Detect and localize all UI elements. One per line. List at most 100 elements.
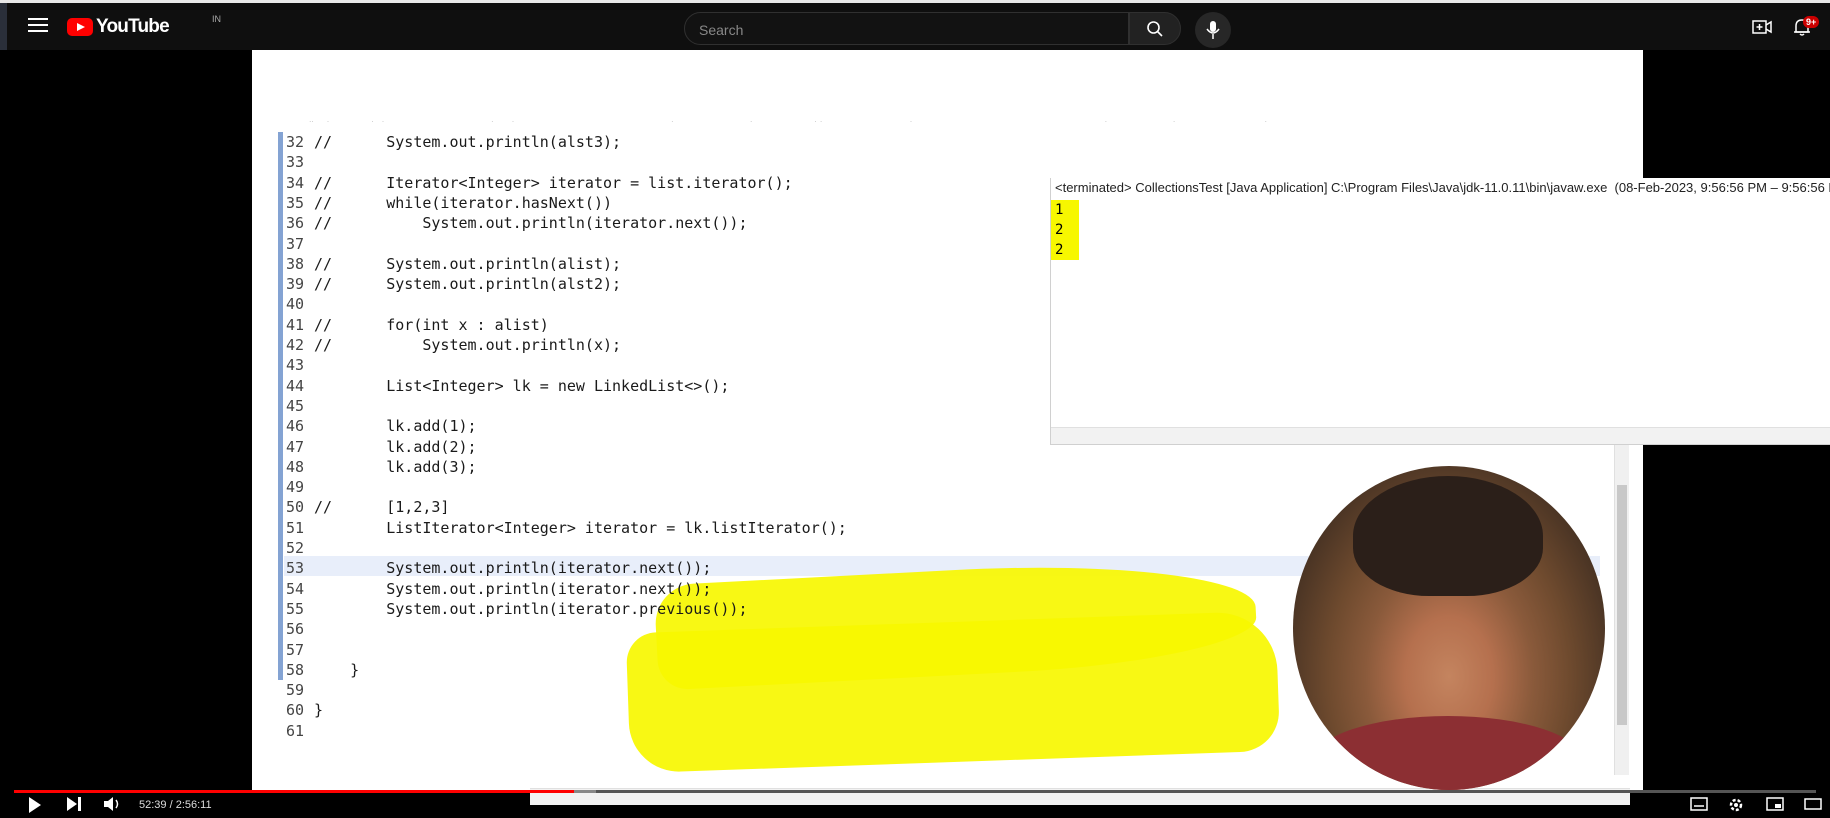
code-line: 61 (286, 721, 314, 741)
search-box[interactable] (684, 12, 1129, 45)
menu-icon[interactable] (26, 14, 50, 38)
line-number: 44 (286, 376, 305, 395)
search-icon (1147, 21, 1163, 37)
webcam-person-shirt (1313, 716, 1583, 790)
gear-icon (1729, 798, 1743, 812)
line-code[interactable]: // System.out.println(alist); (314, 255, 621, 273)
scrollbar-thumb[interactable] (1617, 485, 1627, 725)
code-line: 49 (286, 477, 314, 497)
play-icon (29, 797, 41, 813)
line-number: 42 (286, 336, 305, 354)
country-code: IN (212, 14, 221, 24)
code-line: 55 System.out.println(iterator.previous(… (286, 599, 747, 619)
line-code[interactable]: } (314, 661, 359, 679)
console-horizontal-scrollbar[interactable] (1051, 427, 1830, 444)
line-code[interactable]: lk.add(2); (314, 438, 476, 456)
volume-button[interactable] (104, 797, 122, 816)
line-number: 37 (286, 234, 305, 253)
search-button[interactable] (1129, 12, 1181, 45)
volume-icon (104, 797, 119, 811)
theater-mode-button[interactable] (1804, 797, 1822, 815)
player-controls: 52:39 / 2:56:11 (0, 795, 1830, 813)
line-code[interactable]: // for(int x : alist) (314, 316, 549, 334)
line-number: 38 (286, 254, 305, 273)
line-code[interactable]: System.out.println(iterator.next()); (314, 559, 711, 577)
subtitles-button[interactable] (1690, 797, 1708, 816)
code-line: 39 // System.out.println(alst2); (286, 274, 621, 294)
line-code[interactable]: lk.add(3); (314, 458, 476, 476)
code-line: 47 lk.add(2); (286, 437, 477, 457)
code-line: 53 System.out.println(iterator.next()); (286, 558, 711, 578)
code-line: 58 } (286, 660, 359, 680)
mic-button[interactable] (1195, 12, 1231, 48)
line-number: 32 (286, 133, 305, 151)
code-line: 48 lk.add(3); (286, 457, 477, 477)
line-number: 34 (286, 173, 305, 192)
yellow-highlight-scribble (625, 610, 1281, 774)
line-code[interactable]: // System.out.println(alst3); (314, 133, 621, 151)
code-line: 36 // System.out.println(iterator.next())… (286, 213, 747, 233)
code-line: 41 // for(int x : alist) (286, 315, 549, 335)
next-button[interactable] (66, 797, 82, 816)
line-code[interactable]: } (314, 701, 323, 719)
mic-icon (1206, 21, 1220, 39)
line-number: 45 (286, 396, 305, 415)
search-input[interactable] (697, 21, 1101, 39)
line-code[interactable]: System.out.println(iterator.next()); (314, 580, 711, 598)
webcam-overlay (1293, 466, 1605, 790)
frame-top-strip (252, 50, 1643, 122)
line-code[interactable]: ListIterator<Integer> iterator = lk.list… (314, 519, 847, 537)
line-number: 58 (286, 660, 305, 679)
editor-vertical-scrollbar[interactable] (1614, 445, 1629, 775)
code-line: 33 (286, 152, 314, 172)
line-number: 33 (286, 153, 305, 172)
line-number: 36 (286, 214, 305, 233)
console-panel: <terminated> CollectionsTest [Java Appli… (1050, 178, 1830, 445)
line-code[interactable]: // [1,2,3] (314, 498, 449, 516)
code-line: 43 (286, 355, 314, 375)
next-icon (67, 797, 81, 811)
line-number: 57 (286, 640, 305, 659)
code-line: 56 (286, 619, 314, 639)
code-line: 44 List<Integer> lk = new LinkedList<>()… (286, 376, 729, 396)
code-line: 45 (286, 396, 314, 416)
line-number: 46 (286, 417, 305, 436)
line-code[interactable]: List<Integer> lk = new LinkedList<>(); (314, 377, 729, 395)
code-line: 51 ListIterator<Integer> iterator = lk.l… (286, 518, 847, 538)
console-output-line: 2 (1051, 220, 1079, 240)
line-number: 61 (286, 721, 305, 740)
line-code[interactable]: // System.out.println(iterator.next()); (314, 214, 747, 232)
line-number: 55 (286, 599, 305, 618)
code-line: 60} (286, 700, 323, 720)
theater-icon (1804, 798, 1822, 810)
line-code[interactable]: // System.out.println(alst2); (314, 275, 621, 293)
line-number: 50 (286, 498, 305, 517)
line-code[interactable]: // while(iterator.hasNext()) (314, 194, 612, 212)
logo-text: YouTube (96, 16, 170, 37)
notification-badge: 9+ (1803, 16, 1820, 28)
time-display: 52:39 / 2:56:11 (139, 799, 212, 811)
line-number: 54 (286, 579, 305, 598)
youtube-logo[interactable]: YouTube IN (67, 14, 221, 37)
line-number: 35 (286, 193, 305, 212)
code-line: 46 lk.add(1); (286, 416, 477, 436)
console-output-line: 2 (1051, 240, 1079, 260)
line-code[interactable]: lk.add(1); (314, 417, 476, 435)
settings-button[interactable] (1728, 797, 1744, 818)
youtube-play-icon (67, 18, 93, 36)
line-code[interactable]: // Iterator<Integer> iterator = list.ite… (314, 174, 793, 192)
code-line: 34 // Iterator<Integer> iterator = list.i… (286, 173, 793, 193)
line-number: 51 (286, 518, 305, 537)
code-line: 38 // System.out.println(alist); (286, 254, 621, 274)
line-code[interactable]: System.out.println(iterator.previous()); (314, 600, 747, 618)
code-line: 37 (286, 234, 314, 254)
play-button[interactable] (28, 797, 42, 818)
subtitles-icon (1690, 797, 1708, 811)
line-code[interactable]: // System.out.println(x); (314, 336, 621, 354)
line-number: 43 (286, 356, 305, 375)
editor-gutter-bar (278, 132, 283, 680)
line-number: 60 (286, 701, 305, 720)
miniplayer-button[interactable] (1766, 797, 1784, 816)
line-number: 56 (286, 620, 305, 639)
create-video-button[interactable] (1752, 18, 1772, 36)
